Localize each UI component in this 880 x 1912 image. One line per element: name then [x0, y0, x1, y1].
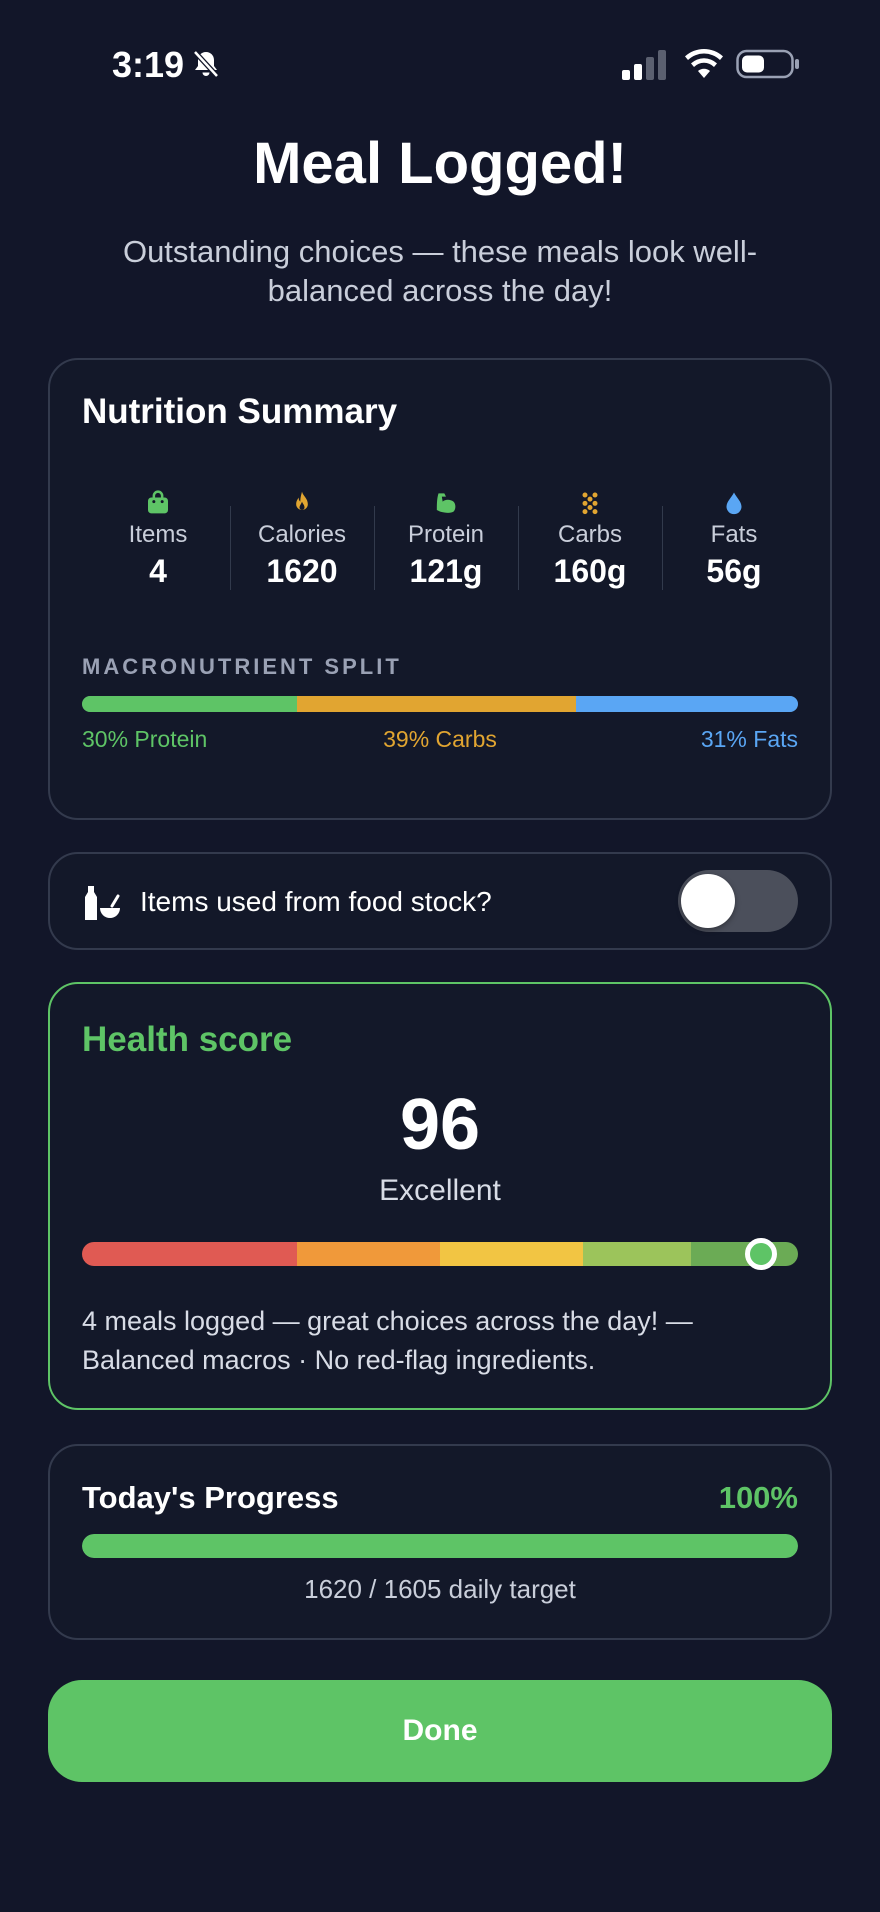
nutrition-summary-title: Nutrition Summary: [82, 392, 398, 431]
macro-label-fats: 31% Fats: [700, 726, 798, 752]
grain-icon: [582, 492, 598, 515]
health-bar-segment-poor: [82, 1242, 297, 1266]
toggle-knob: [681, 874, 735, 928]
stat-label: Fats: [710, 521, 758, 548]
progress-fill: [82, 1534, 798, 1558]
health-score-rating: Excellent: [379, 1174, 501, 1207]
macro-split-labels: 30% Protein 39% Carbs 31% Fats: [82, 726, 798, 756]
macro-segment-fats: [576, 696, 798, 712]
macro-label-carbs: 39% Carbs: [383, 726, 497, 752]
health-bar-segment-excellent: [690, 1242, 798, 1266]
bag-icon: [148, 490, 168, 514]
health-score-value: 96: [399, 1085, 481, 1165]
bell-slash-icon: [193, 50, 219, 78]
cellular-signal-icon: [622, 50, 666, 80]
stat-value: 4: [149, 553, 167, 589]
food-stock-card: Items used from food stock?: [48, 852, 832, 950]
health-bar-segment-average: [439, 1242, 584, 1266]
wifi-icon: [685, 48, 723, 78]
progress-target-text: 1620 / 1605 daily target: [304, 1574, 576, 1604]
status-bar: 3:19: [0, 40, 880, 90]
stat-carbs: Carbs 160g: [518, 490, 662, 590]
nutrition-summary-card: Nutrition Summary Items 4 Calories 1620: [48, 358, 832, 820]
muscle-icon: [436, 493, 456, 513]
done-button[interactable]: Done: [48, 1680, 832, 1782]
todays-progress-card: Today's Progress 100% 1620 / 1605 daily …: [48, 1444, 832, 1640]
health-score-title: Health score: [82, 1020, 293, 1059]
stat-items: Items 4: [86, 490, 230, 590]
stat-fats: Fats 56g: [662, 490, 806, 590]
status-time: 3:19: [112, 44, 185, 85]
stat-calories: Calories 1620: [230, 490, 374, 590]
macro-segment-protein: [82, 696, 297, 712]
page-title: Meal Logged!: [253, 131, 627, 196]
nutrition-stats-row: Items 4 Calories 1620 Protein 121g Carbs…: [86, 490, 806, 590]
stat-protein: Protein 121g: [374, 490, 518, 590]
progress-track: [82, 1534, 798, 1558]
health-score-description: 4 meals logged — great choices across th…: [82, 1306, 693, 1375]
food-stock-toggle[interactable]: [678, 870, 798, 932]
macro-segment-carbs: [296, 696, 577, 712]
stat-label: Carbs: [557, 521, 623, 548]
bottle-bowl-icon: [85, 886, 120, 920]
health-bar-segment-fair: [296, 1242, 440, 1266]
stat-value: 121g: [409, 553, 483, 589]
progress-percent: 100%: [718, 1480, 798, 1515]
meal-logged-screen: 3:19 Meal Logged! Outstanding choices — …: [0, 0, 880, 1912]
stat-value: 1620: [266, 553, 338, 589]
food-stock-label: Items used from food stock?: [140, 886, 492, 917]
progress-title: Today's Progress: [82, 1480, 339, 1515]
health-score-card: Health score 96 Excellent 4 meals logged…: [48, 982, 832, 1410]
drop-icon: [726, 492, 742, 515]
macro-split-heading: MACRONUTRIENT SPLIT: [82, 654, 402, 679]
stat-value: 160g: [553, 553, 627, 589]
stat-value: 56g: [706, 553, 762, 589]
stat-label: Calories: [257, 521, 347, 548]
battery-icon: [736, 49, 799, 79]
flame-icon: [296, 491, 308, 510]
macro-split-bar: [82, 696, 798, 712]
health-bar-segment-good: [583, 1242, 691, 1266]
stat-label: Items: [128, 521, 188, 548]
health-score-bar: [82, 1242, 798, 1266]
stat-label: Protein: [407, 521, 485, 548]
page-subtitle: Outstanding choices — these meals look w…: [122, 234, 758, 308]
